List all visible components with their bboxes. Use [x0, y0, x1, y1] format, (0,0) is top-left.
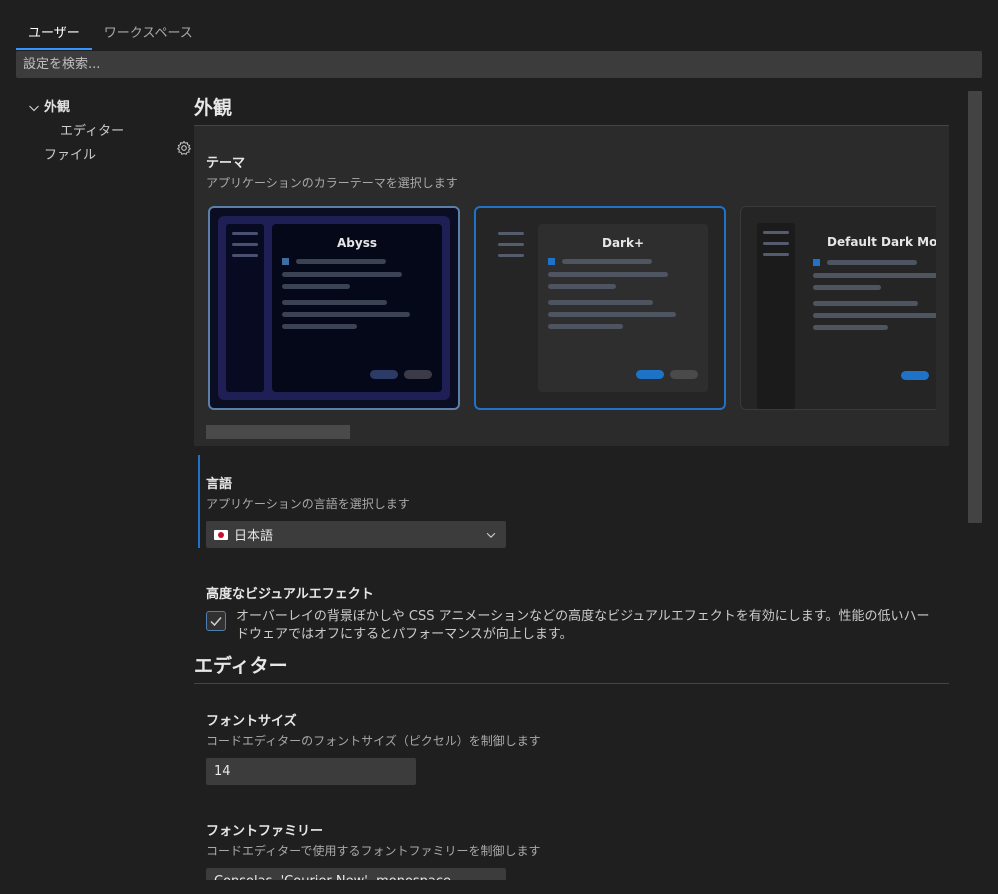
setting-description: コードエディターで使用するフォントファミリーを制御します	[206, 844, 541, 858]
theme-preview-sidebar	[757, 223, 795, 409]
settings-search-input[interactable]	[16, 51, 982, 78]
setting-title: テーマ	[206, 156, 246, 171]
chevron-down-icon	[29, 105, 39, 112]
toc-item-appearance[interactable]: 外観	[16, 96, 192, 120]
settings-editor: 外観 テーマ アプリケーションのカラーテーマを選択します Abyss Dark+…	[194, 90, 949, 880]
setting-description: アプリケーションの言語を選択します	[206, 497, 410, 511]
japan-flag-icon	[214, 529, 228, 540]
setting-description: オーバーレイの背景ぼかしや CSS アニメーションなどの高度なビジュアルエフェク…	[236, 609, 930, 642]
theme-setting: テーマ アプリケーションのカラーテーマを選択します Abyss Dark+ De…	[194, 126, 949, 446]
visual-effects-setting: 高度なビジュアルエフェクト オーバーレイの背景ぼかしや CSS アニメーションな…	[206, 583, 941, 644]
tab-user[interactable]: ユーザー	[16, 22, 92, 50]
theme-preview-sidebar	[226, 224, 264, 392]
setting-title: 高度なビジュアルエフェクト	[206, 587, 374, 602]
gear-icon[interactable]	[176, 140, 192, 156]
theme-preview-pane: Default Dark Modern	[811, 223, 936, 409]
theme-preview-pane: Abyss	[272, 224, 442, 392]
setting-title: 言語	[206, 477, 233, 492]
toc-item-label: 外観	[44, 100, 71, 115]
settings-scrollbar[interactable]	[968, 91, 982, 523]
theme-list-scrollbar[interactable]	[206, 425, 350, 439]
settings-scope-tabs: ユーザー ワークスペース	[16, 22, 205, 50]
font-size-input[interactable]: 14	[206, 758, 416, 785]
check-icon	[210, 617, 222, 627]
theme-card-name: Default Dark Modern	[827, 235, 936, 249]
theme-card-default-dark-modern[interactable]: Default Dark Modern	[740, 206, 936, 410]
font-size-setting: フォントサイズ コードエディターのフォントサイズ（ピクセル）を制御します 14	[206, 710, 541, 785]
theme-setting-header: テーマ アプリケーションのカラーテーマを選択します	[194, 152, 458, 191]
theme-card-abyss[interactable]: Abyss	[208, 206, 460, 410]
toc-item-editor[interactable]: エディター	[16, 120, 192, 144]
setting-description: コードエディターのフォントサイズ（ピクセル）を制御します	[206, 734, 541, 748]
language-select[interactable]: 日本語	[206, 521, 506, 548]
toc-item-file[interactable]: ファイル	[16, 144, 192, 168]
settings-toc: 外観 エディター ファイル	[16, 96, 192, 168]
toc-item-label: エディター	[60, 124, 125, 139]
language-setting: 言語 アプリケーションの言語を選択します 日本語	[198, 455, 949, 548]
theme-card-name: Dark+	[601, 236, 644, 250]
theme-card-list: Abyss Dark+ Default Dark M	[208, 206, 936, 411]
theme-card-dark-plus[interactable]: Dark+	[474, 206, 726, 410]
language-select-value: 日本語	[234, 529, 274, 544]
setting-description: アプリケーションのカラーテーマを選択します	[206, 176, 458, 190]
theme-preview-sidebar	[492, 224, 530, 392]
font-family-setting: フォントファミリー コードエディターで使用するフォントファミリーを制御します C…	[206, 820, 540, 880]
section-heading-appearance: 外観	[194, 90, 949, 126]
theme-card-name: Abyss	[337, 236, 377, 250]
section-editor: エディター	[194, 648, 949, 684]
setting-title: フォントファミリー	[206, 824, 324, 839]
setting-title: フォントサイズ	[206, 714, 297, 729]
tab-workspace[interactable]: ワークスペース	[92, 22, 205, 50]
chevron-down-icon	[486, 532, 496, 538]
section-heading-editor: エディター	[194, 648, 949, 684]
theme-preview-pane: Dark+	[538, 224, 708, 392]
visual-effects-checkbox[interactable]	[206, 611, 226, 631]
toc-item-label: ファイル	[44, 148, 97, 163]
font-family-input[interactable]: Consolas, 'Courier New', monospace	[206, 868, 506, 880]
